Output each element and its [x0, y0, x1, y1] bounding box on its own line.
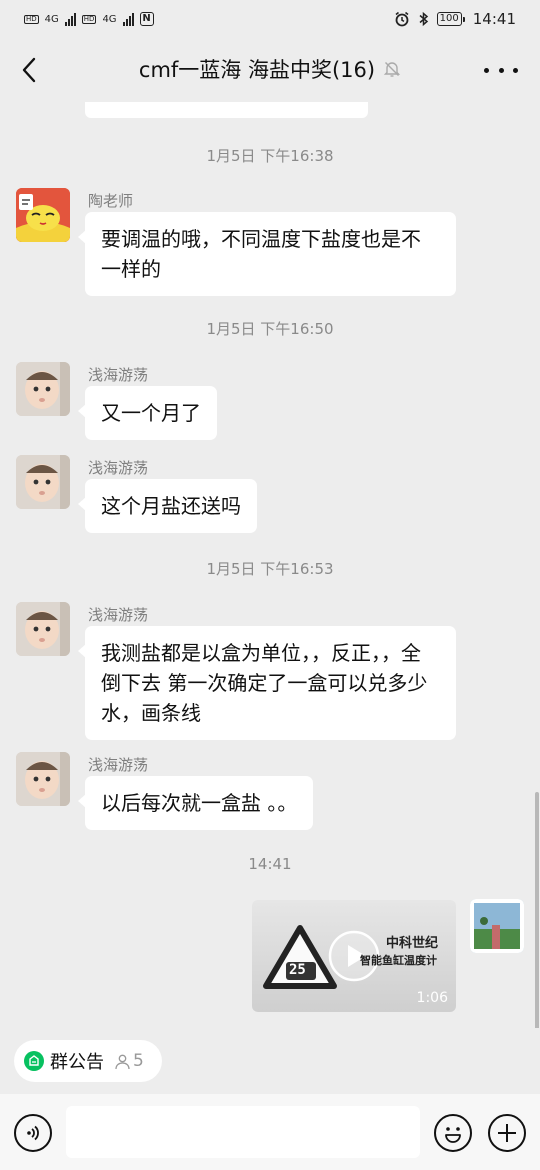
- battery-level: 100: [436, 12, 462, 26]
- video-thumb-title: 中科世纪: [386, 936, 439, 951]
- message-bubble[interactable]: 又一个月了: [78, 386, 217, 440]
- smiley-icon: [445, 1127, 461, 1143]
- message-bubble[interactable]: 这个月盐还送吗: [78, 479, 257, 533]
- avatar[interactable]: [16, 362, 70, 416]
- emoji-button[interactable]: [434, 1114, 472, 1152]
- avatar[interactable]: [16, 455, 70, 509]
- chat-title: cmf一蓝海 海盐中奖(16): [0, 38, 540, 102]
- landscape-avatar-icon: [470, 899, 524, 953]
- bluetooth-icon: [419, 11, 428, 27]
- video-thumb-subtitle: 智能鱼缸温度计: [360, 954, 437, 967]
- voice-wave-icon: [27, 1125, 39, 1141]
- message-bubble[interactable]: 我测盐都是以盒为单位，，反正，，全倒下去 第一次确定了一盒可以兑多少水，画条线: [78, 626, 456, 740]
- alarm-icon: [395, 11, 409, 27]
- baby-avatar-icon: [16, 362, 70, 416]
- member-count-value: 5: [133, 1051, 144, 1071]
- announcement-label: 群公告: [50, 1052, 104, 1073]
- status-bar: HD 4G HD 4G N 100 14:41: [0, 0, 540, 38]
- cartoon-avatar-icon: [16, 188, 70, 242]
- battery-icon: 100: [436, 12, 465, 26]
- sender-name: 陶老师: [88, 192, 134, 210]
- signal-icon: [122, 12, 134, 26]
- status-left: HD 4G HD 4G N: [24, 12, 154, 26]
- scrollbar[interactable]: [535, 792, 539, 1028]
- voice-input-button[interactable]: [14, 1114, 52, 1152]
- mute-bell-icon: [383, 62, 401, 77]
- video-duration: 1:06: [416, 990, 448, 1006]
- avatar[interactable]: [16, 602, 70, 656]
- timestamp: 1月5日 下午16:50: [206, 320, 334, 338]
- hd-icon: HD: [81, 14, 97, 24]
- self-avatar[interactable]: [470, 899, 524, 953]
- baby-avatar-icon: [16, 752, 70, 806]
- member-count: 5: [114, 1051, 144, 1071]
- network-label: 4G: [44, 13, 59, 25]
- baby-avatar-icon: [16, 455, 70, 509]
- video-message[interactable]: 25 中科世纪 智能鱼缸温度计 1:06: [252, 900, 456, 1012]
- timestamp: 14:41: [248, 855, 292, 873]
- person-icon: [115, 1054, 130, 1069]
- avatar[interactable]: [16, 188, 70, 242]
- timestamp: 1月5日 下午16:53: [206, 560, 334, 578]
- message-bubble[interactable]: 要调温的哦，不同温度下盐度也是不一样的: [78, 212, 456, 296]
- signal-icon: [64, 12, 76, 26]
- chat-header: cmf一蓝海 海盐中奖(16): [0, 38, 540, 102]
- timestamp: 1月5日 下午16:38: [206, 147, 334, 165]
- message-bubble-partial: [85, 102, 368, 118]
- status-time: 14:41: [472, 10, 516, 28]
- more-options-button[interactable]: [484, 56, 518, 84]
- sender-name: 浅海游荡: [88, 459, 149, 477]
- chat-area[interactable]: 1月5日 下午16:38 陶老师 要调温的哦，不同温度下盐度也是不一样的 1月5…: [0, 102, 540, 1028]
- message-input[interactable]: [66, 1106, 420, 1158]
- status-right: 100 14:41: [394, 10, 516, 28]
- chat-title-text: cmf一蓝海 海盐中奖(16): [138, 58, 376, 82]
- baby-avatar-icon: [16, 602, 70, 656]
- group-announcement-button[interactable]: 群公告 5: [14, 1040, 162, 1082]
- announcement-icon: [24, 1051, 44, 1071]
- sender-name: 浅海游荡: [88, 606, 149, 624]
- input-bar: [0, 1094, 540, 1170]
- network-label-2: 4G: [102, 13, 117, 25]
- avatar[interactable]: [16, 752, 70, 806]
- sender-name: 浅海游荡: [88, 756, 149, 774]
- hd-icon: HD: [24, 14, 39, 24]
- notice-bar: 群公告 5: [0, 1028, 540, 1094]
- nfc-icon: N: [139, 12, 154, 26]
- sender-name: 浅海游荡: [88, 366, 149, 384]
- video-reading: 25: [289, 962, 306, 978]
- message-bubble[interactable]: 以后每次就一盒盐 。。: [77, 776, 314, 830]
- more-functions-button[interactable]: [488, 1114, 526, 1152]
